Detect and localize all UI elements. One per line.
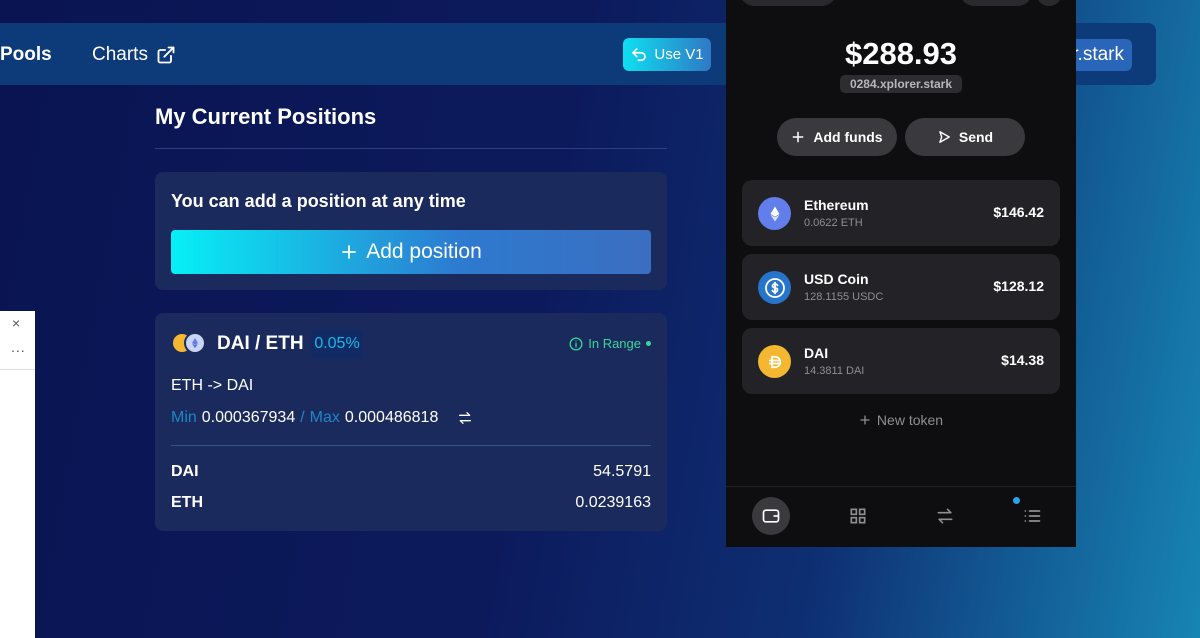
wallet-balance: $288.93	[844, 36, 958, 71]
ethereum-icon	[758, 197, 791, 230]
nav-charts-label: Charts	[92, 44, 148, 65]
add-funds-button[interactable]: Add funds	[777, 118, 897, 156]
token-name: DAI	[804, 345, 829, 361]
dai-icon	[758, 345, 791, 378]
add-position-label: Add position	[366, 240, 482, 263]
settings-button[interactable]	[1036, 0, 1062, 6]
range-separator: /	[300, 409, 305, 426]
token-amount: 0.0622 ETH	[804, 217, 863, 229]
range-status: In Range	[569, 336, 651, 351]
fee-tier-badge: 0.05%	[311, 329, 363, 359]
max-label: Max	[309, 409, 340, 426]
external-link-icon	[157, 46, 175, 64]
swap-direction-icon[interactable]	[457, 410, 473, 426]
range-status-dot	[646, 341, 651, 346]
wallet-account-name[interactable]: 0284.xplorer.stark	[840, 75, 962, 93]
token-row: DAI 54.5791	[171, 463, 651, 481]
token-amount: 0.0239163	[575, 494, 651, 511]
nav-charts-link[interactable]: Charts	[92, 44, 176, 66]
use-v1-button[interactable]: Use V1	[623, 38, 711, 71]
info-icon	[569, 337, 583, 350]
token-amount: 54.5791	[593, 463, 651, 480]
position-pair: DAI / ETH	[217, 333, 304, 354]
side-panel-divider	[0, 369, 35, 370]
wallet-nav-divider	[726, 486, 1076, 487]
token-usd-value: $14.38	[1001, 352, 1044, 368]
send-icon	[939, 131, 950, 143]
range-status-label: In Range	[588, 336, 641, 351]
new-token-button[interactable]: New token	[726, 412, 1076, 428]
undo-icon	[632, 47, 647, 61]
side-panel: × ...	[0, 311, 35, 638]
page-title: My Current Positions	[155, 104, 377, 129]
position-divider	[171, 445, 651, 446]
token-usd-value: $128.12	[993, 278, 1044, 294]
add-position-button[interactable]: Add position	[171, 230, 651, 274]
wallet-token-row[interactable]: DAI 14.3811 DAI $14.38	[742, 328, 1060, 394]
network-selector[interactable]	[740, 0, 836, 6]
add-position-card: You can add a position at any time Add p…	[155, 172, 667, 290]
eth-coin-icon	[184, 332, 206, 354]
new-token-label: New token	[876, 412, 944, 428]
token-symbol: DAI	[171, 463, 199, 480]
token-symbol: ETH	[171, 494, 203, 511]
plus-icon	[860, 415, 870, 425]
plus-icon	[792, 131, 804, 143]
token-row: ETH 0.0239163	[171, 494, 651, 512]
max-value: 0.000486818	[344, 409, 439, 426]
price-direction: ETH -> DAI	[171, 377, 254, 394]
wallet-popup: $288.93 0284.xplorer.stark Add funds Sen…	[726, 0, 1076, 547]
wallet-token-row[interactable]: USD Coin 128.1155 USDC $128.12	[742, 254, 1060, 320]
send-label: Send	[958, 129, 994, 145]
nav-pools-link[interactable]: Pools	[0, 44, 52, 66]
close-icon[interactable]: ×	[12, 315, 20, 331]
plus-icon	[342, 245, 357, 259]
use-v1-label: Use V1	[654, 46, 704, 63]
token-name: Ethereum	[804, 197, 869, 213]
token-amount: 128.1155 USDC	[804, 291, 884, 303]
swap-icon[interactable]	[926, 497, 964, 535]
more-options-icon[interactable]: ...	[11, 339, 26, 355]
send-button[interactable]: Send	[905, 118, 1025, 156]
token-usd-value: $146.42	[993, 204, 1044, 220]
wallet-icon[interactable]	[752, 497, 790, 535]
token-name: USD Coin	[804, 271, 869, 287]
price-range: Min 0.000367934 / Max 0.000486818	[171, 409, 473, 427]
title-divider	[155, 148, 667, 149]
min-value: 0.000367934	[201, 409, 296, 426]
add-funds-label: Add funds	[813, 129, 883, 145]
token-amount: 14.3811 DAI	[804, 365, 865, 377]
usdc-icon	[758, 271, 791, 304]
position-card[interactable]: DAI / ETH 0.05% In Range ETH -> DAI Min …	[155, 313, 667, 531]
account-selector[interactable]	[960, 0, 1032, 6]
notification-dot	[1013, 497, 1020, 504]
min-label: Min	[171, 409, 197, 426]
add-position-hint: You can add a position at any time	[171, 191, 466, 211]
pair-coin-icons	[171, 332, 207, 356]
wallet-token-row[interactable]: Ethereum 0.0622 ETH $146.42	[742, 180, 1060, 246]
grid-icon[interactable]	[839, 497, 877, 535]
